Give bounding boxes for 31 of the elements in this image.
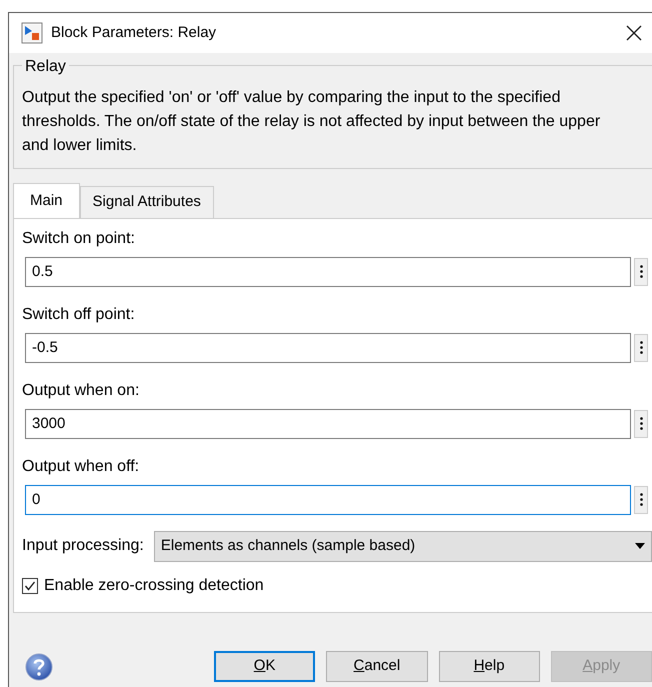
- block-icon: [21, 22, 43, 44]
- dropdown-arrow-icon: [635, 543, 645, 549]
- block-description: Output the specified 'on' or 'off' value by comparing the input to the specified thresholds. The on/off state of the relay is not affected by input between the upper and lower limits.: [22, 88, 602, 156]
- field-label: Switch on point:: [22, 228, 136, 248]
- kebab-icon: [640, 341, 642, 354]
- window-title: Block Parameters: Relay: [51, 22, 218, 43]
- input-field[interactable]: 0.5: [25, 256, 631, 286]
- dialog-button[interactable]: Cancel: [326, 651, 428, 682]
- input-processing-label: Input processing:: [22, 536, 144, 556]
- kebab-icon: [640, 493, 642, 506]
- input-processing-dropdown[interactable]: Elements as channels (sample based): [154, 530, 652, 562]
- dialog-button[interactable]: Help: [438, 651, 540, 682]
- help-icon[interactable]: [25, 652, 53, 680]
- kebab-icon: [640, 417, 642, 430]
- checkbox[interactable]: [22, 578, 38, 594]
- tab[interactable]: Signal Attributes: [80, 186, 214, 218]
- input-field[interactable]: 3000: [25, 408, 631, 438]
- more-options-button[interactable]: [634, 486, 648, 514]
- kebab-icon: [640, 265, 642, 278]
- field-label: Output when off:: [22, 456, 140, 476]
- checkbox-label: Enable zero-crossing detection: [44, 576, 264, 596]
- field-label: Output when on:: [22, 380, 140, 400]
- close-icon[interactable]: [626, 25, 642, 41]
- field-label: Switch off point:: [22, 304, 136, 324]
- more-options-button[interactable]: [634, 334, 648, 362]
- input-field[interactable]: -0.5: [25, 332, 631, 362]
- more-options-button[interactable]: [634, 410, 648, 438]
- tab[interactable]: Main: [13, 183, 80, 218]
- dialog-button[interactable]: OK: [214, 651, 316, 682]
- more-options-button[interactable]: [634, 258, 648, 286]
- input-field[interactable]: 0: [25, 484, 631, 514]
